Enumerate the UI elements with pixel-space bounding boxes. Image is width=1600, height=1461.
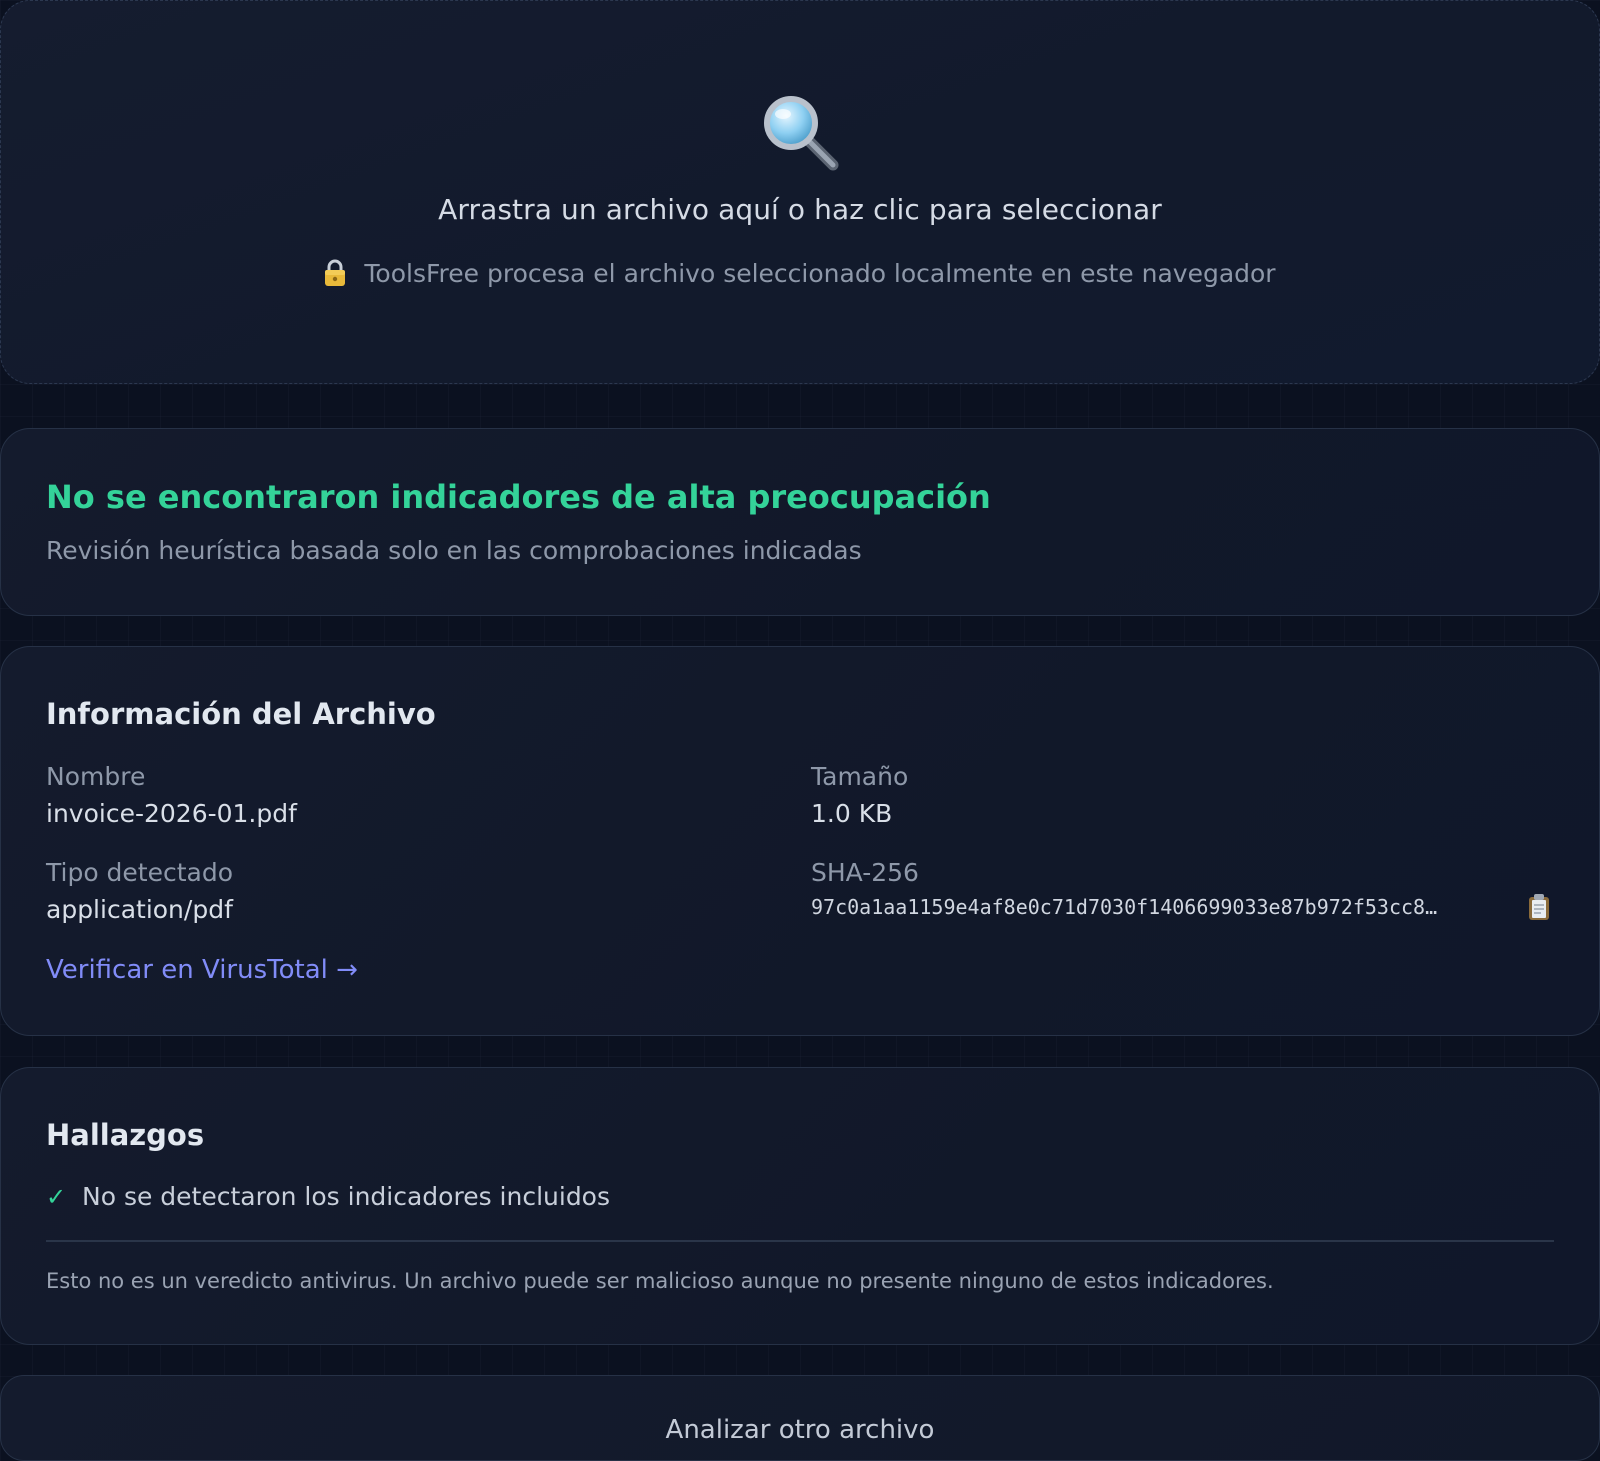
- name-value: invoice-2026-01.pdf: [46, 799, 297, 828]
- type-label: Tipo detectado: [46, 858, 234, 887]
- type-value: application/pdf: [46, 895, 233, 924]
- lock-icon: [325, 259, 346, 286]
- clipboard-icon[interactable]: [1528, 893, 1550, 921]
- verdict-subtitle: Revisión heurística basada solo en las c…: [46, 536, 862, 565]
- verdict-title: No se encontraron indicadores de alta pr…: [46, 478, 991, 516]
- size-value: 1.0 KB: [811, 799, 893, 828]
- hash-value: 97c0a1aa1159e4af8e0c71d7030f1406699033e8…: [811, 895, 1438, 919]
- magnifier-icon: [764, 96, 839, 171]
- finding-text: No se detectaron los indicadores incluid…: [82, 1182, 611, 1211]
- dropzone-title: Arrastra un archivo aquí o haz clic para…: [438, 193, 1162, 226]
- size-label: Tamaño: [811, 762, 909, 791]
- antivirus-disclaimer: Esto no es un veredicto antivirus. Un ar…: [46, 1269, 1274, 1293]
- verdict-card: [0, 428, 1600, 616]
- findings-title: Hallazgos: [46, 1118, 205, 1152]
- hash-label: SHA-256: [811, 858, 919, 887]
- privacy-note: ToolsFree procesa el archivo seleccionad…: [1, 259, 1599, 288]
- privacy-text: ToolsFree procesa el archivo seleccionad…: [364, 259, 1276, 288]
- check-icon: ✓: [46, 1182, 67, 1211]
- virustotal-link[interactable]: Verificar en VirusTotal →: [46, 955, 358, 985]
- name-label: Nombre: [46, 762, 146, 791]
- file-scanner-page: Arrastra un archivo aquí o haz clic para…: [0, 0, 1600, 1461]
- analyze-another-button[interactable]: Analizar otro archivo: [0, 1375, 1600, 1461]
- file-info-title: Información del Archivo: [46, 697, 436, 731]
- finding-item: ✓ No se detectaron los indicadores inclu…: [46, 1182, 610, 1211]
- findings-divider: [46, 1240, 1554, 1242]
- file-dropzone[interactable]: Arrastra un archivo aquí o haz clic para…: [0, 0, 1600, 384]
